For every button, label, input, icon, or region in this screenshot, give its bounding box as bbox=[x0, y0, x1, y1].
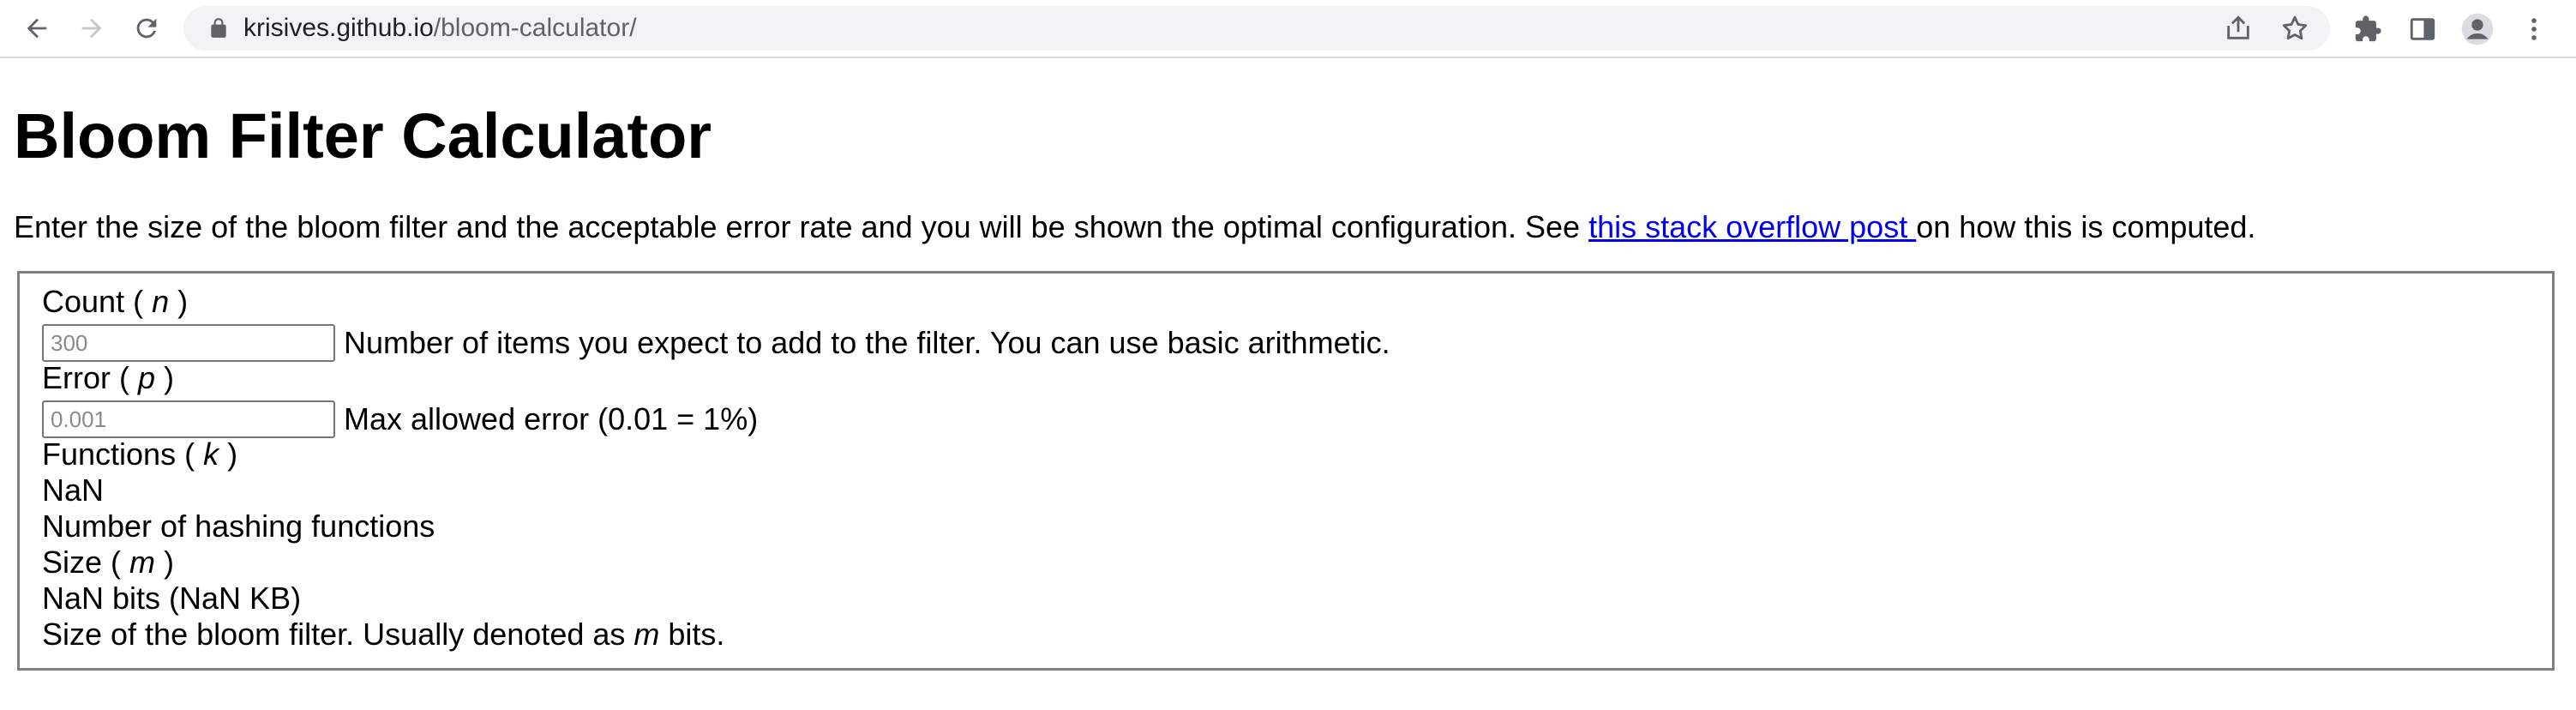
functions-var: k bbox=[203, 436, 219, 472]
functions-label-end: ) bbox=[219, 436, 238, 472]
count-hint: Number of items you expect to add to the… bbox=[344, 325, 1390, 360]
extensions-icon[interactable] bbox=[2349, 10, 2387, 48]
address-bar[interactable]: krisives.github.io/bloom-calculator/ bbox=[183, 6, 2330, 51]
url-path: /bloom-calculator/ bbox=[433, 14, 637, 42]
size-label-end: ) bbox=[155, 545, 175, 580]
size-description-var: m bbox=[633, 617, 660, 652]
functions-description: Number of hashing functions bbox=[42, 508, 435, 544]
side-panel-icon[interactable] bbox=[2404, 10, 2441, 48]
kebab-menu-icon[interactable] bbox=[2515, 10, 2553, 48]
error-label-end: ) bbox=[155, 360, 175, 395]
size-label-text: Size ( bbox=[42, 545, 130, 580]
intro-suffix: on how this is computed. bbox=[1916, 209, 2256, 244]
profile-icon[interactable] bbox=[2459, 10, 2496, 48]
error-label-text: Error ( bbox=[42, 360, 138, 395]
size-description-prefix: Size of the bloom filter. Usually denote… bbox=[42, 617, 634, 652]
size-description-suffix: bits. bbox=[659, 617, 725, 652]
count-var: n bbox=[152, 284, 170, 319]
functions-label: Functions ( k ) bbox=[42, 436, 237, 472]
url-text[interactable]: krisives.github.io/bloom-calculator/ bbox=[243, 6, 637, 51]
browser-toolbar: krisives.github.io/bloom-calculator/ bbox=[0, 0, 2576, 58]
size-var: m bbox=[129, 545, 156, 580]
calculator-box: Count ( n ) Number of items you expect t… bbox=[17, 271, 2555, 671]
functions-result: NaN bbox=[42, 472, 105, 508]
count-input[interactable] bbox=[42, 324, 335, 362]
url-domain: krisives.github.io bbox=[243, 14, 434, 42]
size-result: NaN bits (NaN KB) bbox=[42, 581, 302, 616]
count-label-end: ) bbox=[169, 284, 189, 319]
size-label: Size ( m ) bbox=[42, 545, 174, 581]
error-hint: Max allowed error (0.01 = 1%) bbox=[344, 401, 759, 436]
forward-arrow-icon[interactable] bbox=[72, 9, 111, 48]
size-description: Size of the bloom filter. Usually denote… bbox=[42, 617, 724, 653]
functions-label-text: Functions ( bbox=[42, 436, 204, 472]
lock-icon[interactable] bbox=[207, 17, 230, 39]
intro-text: Enter the size of the bloom filter and t… bbox=[14, 209, 1589, 244]
share-icon[interactable] bbox=[2224, 14, 2253, 43]
count-label: Count ( n ) bbox=[42, 284, 188, 320]
star-icon[interactable] bbox=[2280, 14, 2309, 43]
count-label-text: Count ( bbox=[42, 284, 153, 319]
back-arrow-icon[interactable] bbox=[17, 9, 57, 48]
page-title: Bloom Filter Calculator bbox=[14, 100, 712, 171]
reload-icon[interactable] bbox=[127, 9, 166, 48]
error-var: p bbox=[138, 360, 156, 395]
error-input[interactable] bbox=[42, 400, 335, 438]
intro-paragraph: Enter the size of the bloom filter and t… bbox=[14, 208, 2255, 247]
error-label: Error ( p ) bbox=[42, 360, 174, 396]
stack-overflow-link[interactable]: this stack overflow post bbox=[1588, 209, 1916, 244]
